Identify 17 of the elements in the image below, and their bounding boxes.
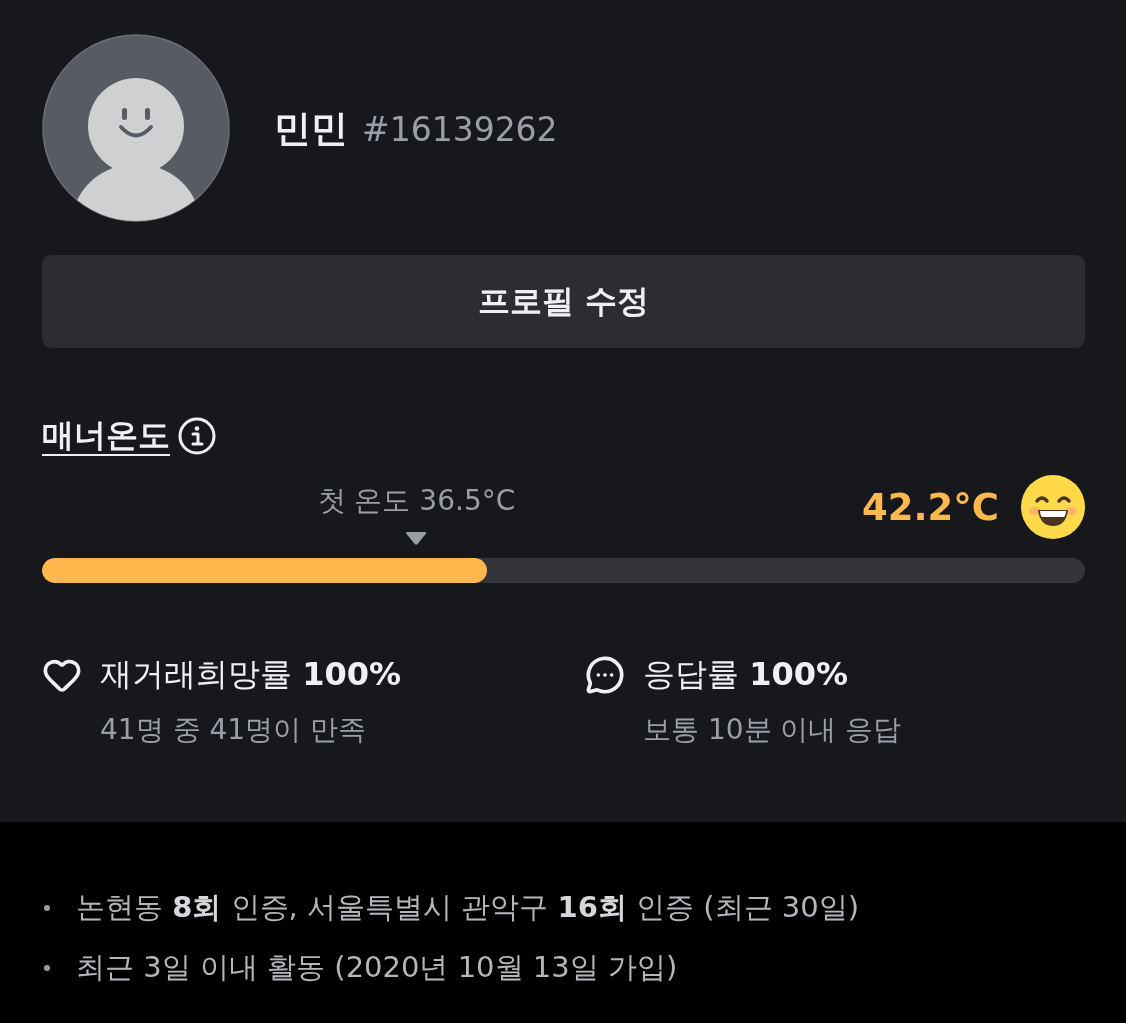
info-icon[interactable] bbox=[178, 417, 216, 455]
first-temperature-label: 첫 온도 36.5°C bbox=[317, 483, 516, 519]
stat-detail: 41명 중 41명이 만족 bbox=[100, 712, 367, 748]
temperature-reading: 42.2°C bbox=[862, 485, 999, 529]
edit-profile-button[interactable]: 프로필 수정 bbox=[42, 255, 1085, 348]
stat-title: 응답률 100% bbox=[643, 654, 850, 695]
manner-temperature-link[interactable]: 매너온도 bbox=[42, 414, 170, 458]
activity-text: 최근 3일 이내 활동 (2020년 10월 13일 가입) bbox=[76, 949, 678, 986]
bullet-icon bbox=[44, 905, 50, 911]
activity-text: 논현동 8회 인증, 서울특별시 관악구 16회 인증 (최근 30일) bbox=[76, 889, 860, 926]
chat-bubble-icon bbox=[585, 655, 625, 695]
bullet-icon bbox=[44, 965, 50, 971]
user-name: 민민 bbox=[274, 106, 348, 152]
stat-title: 재거래희망률 100% bbox=[100, 654, 403, 695]
stat-detail: 보통 10분 이내 응답 bbox=[643, 712, 903, 748]
user-id: #16139262 bbox=[362, 110, 558, 149]
grinning-face-icon bbox=[1021, 475, 1085, 539]
